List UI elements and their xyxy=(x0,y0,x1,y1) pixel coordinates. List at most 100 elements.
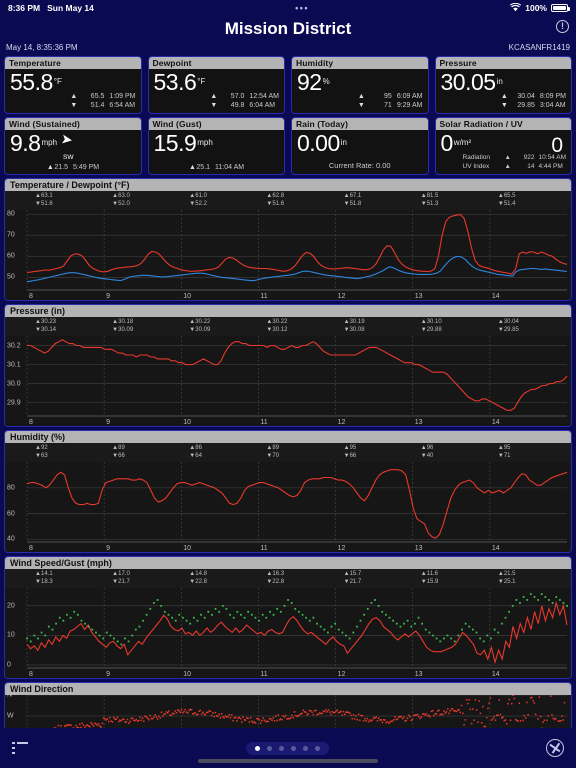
low-time: 3:04 AM xyxy=(539,102,566,109)
high-value: 30.04 xyxy=(517,93,535,100)
status-bar-right: 100% xyxy=(510,2,570,14)
info-icon[interactable]: ! xyxy=(556,20,569,33)
x-axis-tick-label: 11 xyxy=(260,419,268,426)
x-axis-tick-label: 8 xyxy=(29,293,33,300)
high-value: 65.5 xyxy=(90,93,105,100)
card-rain-today[interactable]: Rain (Today) 0.00in Current Rate: 0.00 xyxy=(291,117,429,175)
chart-svg xyxy=(5,210,571,300)
chart-wind-speed-gust[interactable]: Wind Speed/Gust (mph) ▲14.1 ▼18.3 ▲17.0 ▼21… xyxy=(4,556,572,679)
card-solar-radiation-uv[interactable]: Solar Radiation / UV 0w/m² 0 Radiation ▲ 9… xyxy=(434,117,572,175)
chart-area: ▲63.1 ▼51.6 ▲63.0 ▼52.0 ▲61.0 ▼52.2 ▲62.8 ▼51.6… xyxy=(5,191,571,300)
chart-area: ▲92 ▼63 ▲89 ▼66 ▲86 ▼64 ▲89 ▼70 ▲95 ▼66 ▲96 ▼40 ▲95 ▼… xyxy=(5,443,571,552)
low-time: 6:54 AM xyxy=(109,102,136,109)
status-bar-left: 8:36 PM Sun May 14 xyxy=(8,3,94,13)
day-extreme-label: ▲30.10 ▼29.88 xyxy=(420,319,442,333)
card-humidity[interactable]: Humidity 92% ▲ 95 6:09 AM ▼ 71 9:29 AM xyxy=(291,56,429,114)
list-icon[interactable] xyxy=(12,742,28,754)
y-axis-tick-label: 30.2 xyxy=(7,342,21,350)
uv-value: 14 xyxy=(527,163,535,170)
low-arrow: ▼ xyxy=(357,102,365,109)
app-title-bar: Mission District ! xyxy=(0,16,576,41)
low-arrow: ▼ xyxy=(500,102,508,109)
page-dots[interactable] xyxy=(245,741,329,755)
high-value: 21.5 xyxy=(54,164,69,171)
day-extreme-label: ▲30.22 ▼30.09 xyxy=(189,319,211,333)
x-axis-tick-label: 10 xyxy=(183,293,192,300)
x-axis-tick-label: 8 xyxy=(29,671,33,678)
battery-icon xyxy=(551,4,570,12)
y-axis-tick-label: 60 xyxy=(7,510,15,518)
page-title: Mission District xyxy=(224,19,352,38)
chart-humidity[interactable]: Humidity (%) ▲92 ▼63 ▲89 ▼66 ▲86 ▼64 ▲89 ▼70 ▲95… xyxy=(4,430,572,553)
card-value: 15.9 xyxy=(153,130,197,156)
card-wind-sustained[interactable]: Wind (Sustained) 9.8mph ➤ SW ▲21.5 5:49 PM xyxy=(4,117,142,175)
x-axis-tick-label: 10 xyxy=(183,545,192,552)
page-dot[interactable] xyxy=(278,745,284,751)
card-body: 0w/m² 0 Radiation ▲ 922 10:54 AM UV Index ▲ 1… xyxy=(436,130,572,172)
card-unit: in xyxy=(496,76,503,86)
page-dot[interactable] xyxy=(302,745,308,751)
chart-title: Humidity (%) xyxy=(5,431,571,443)
bottom-toolbar xyxy=(0,728,576,768)
card-unit: in xyxy=(340,137,347,147)
card-value: 30.05 xyxy=(440,69,497,95)
x-axis-tick-label: 9 xyxy=(106,671,111,678)
y-axis-tick-label: 60 xyxy=(7,252,15,260)
settings-icon[interactable] xyxy=(546,739,564,757)
chart-stack: Temperature / Dewpoint (°F) ▲63.1 ▼51.6 ▲6… xyxy=(0,178,576,768)
uv-arrow: ▲ xyxy=(504,163,511,170)
card-row-2: Wind (Sustained) 9.8mph ➤ SW ▲21.5 5:49 PM… xyxy=(4,117,572,175)
card-temperature[interactable]: Temperature 55.8°F ▲ 65.5 1:09 PM ▼ 51.4 6:5… xyxy=(4,56,142,114)
y-axis-tick-label: 70 xyxy=(7,231,15,239)
day-extreme-label: ▲92 ▼63 xyxy=(35,445,48,459)
card-dewpoint[interactable]: Dewpoint 53.6°F ▲ 57.0 12:54 AM ▼ 49.8 6:04 … xyxy=(147,56,285,114)
day-extreme-label: ▲65.5 ▼51.4 xyxy=(497,193,516,207)
card-value: 0.00 xyxy=(297,130,340,156)
card-title: Wind (Sustained) xyxy=(5,118,141,130)
card-pressure[interactable]: Pressure 30.05in ▲ 30.04 8:09 PM ▼ 29.85 3:0… xyxy=(434,56,572,114)
card-title: Wind (Gust) xyxy=(148,118,284,130)
y-axis-tick-label: 80 xyxy=(7,210,15,218)
status-time: 8:36 PM xyxy=(8,3,41,13)
card-extremes: ▲25.1 11:04 AM xyxy=(149,164,285,171)
y-axis-tick-label: W xyxy=(7,712,14,720)
y-axis-tick-label: 20 xyxy=(7,602,15,610)
card-body: 55.8°F ▲ 65.5 1:09 PM ▼ 51.4 6:54 AM xyxy=(5,69,141,111)
metric-cards: Temperature 55.8°F ▲ 65.5 1:09 PM ▼ 51.4 6:5… xyxy=(0,54,576,175)
status-date: Sun May 14 xyxy=(47,3,94,13)
low-value: 49.8 xyxy=(230,102,245,109)
card-title: Humidity xyxy=(292,57,428,69)
x-axis-tick-label: 9 xyxy=(106,419,111,426)
y-axis-tick-label: 29.9 xyxy=(7,399,21,407)
radiation-value: 922 xyxy=(523,154,535,161)
x-axis-tick-label: 9 xyxy=(106,545,111,552)
x-axis-tick-label: 14 xyxy=(491,671,500,678)
weather-app-window: 8:36 PM Sun May 14 ••• 100% Mission Dist… xyxy=(0,0,576,768)
ios-status-bar: 8:36 PM Sun May 14 ••• 100% xyxy=(0,0,576,16)
low-arrow: ▼ xyxy=(210,102,218,109)
chart-pressure[interactable]: Pressure (in) ▲30.23 ▼30.14 ▲30.18 ▼30.09 ▲3… xyxy=(4,304,572,427)
page-dot[interactable] xyxy=(254,745,260,751)
page-dot[interactable] xyxy=(266,745,272,751)
x-axis-tick-label: 10 xyxy=(183,671,192,678)
page-dot[interactable] xyxy=(314,745,320,751)
plot: 0 10 20 8 9 10 11 12 13 14 xyxy=(5,588,571,678)
day-extreme-label: ▲89 ▼70 xyxy=(266,445,280,459)
uv-time: 4:44 PM xyxy=(538,163,563,170)
page-dot[interactable] xyxy=(290,745,296,751)
high-time: 1:09 PM xyxy=(109,93,136,100)
chart-svg xyxy=(5,462,571,552)
daily-extremes-row: ▲63.1 ▼51.6 ▲63.0 ▼52.0 ▲61.0 ▼52.2 ▲62.8 ▼51.6… xyxy=(5,191,571,210)
chart-temperature-dewpoint[interactable]: Temperature / Dewpoint (°F) ▲63.1 ▼51.6 ▲6… xyxy=(4,178,572,301)
low-value: 71 xyxy=(384,102,392,109)
card-value: 92 xyxy=(297,69,322,95)
y-axis-tick-label: 10 xyxy=(7,631,15,639)
card-extremes: ▲ 57.0 12:54 AM ▼ 49.8 6:04 AM xyxy=(210,92,279,110)
rain-current-rate: Current Rate: 0.00 xyxy=(328,161,391,170)
card-wind-gust[interactable]: Wind (Gust) 15.9mph ▲25.1 11:04 AM xyxy=(147,117,285,175)
high-arrow: ▲ xyxy=(70,93,78,100)
card-title: Temperature xyxy=(5,57,141,69)
high-arrow: ▲ xyxy=(210,93,218,100)
station-id: KCASANFR1419 xyxy=(508,43,570,52)
day-extreme-label: ▲95 ▼71 xyxy=(497,445,511,459)
